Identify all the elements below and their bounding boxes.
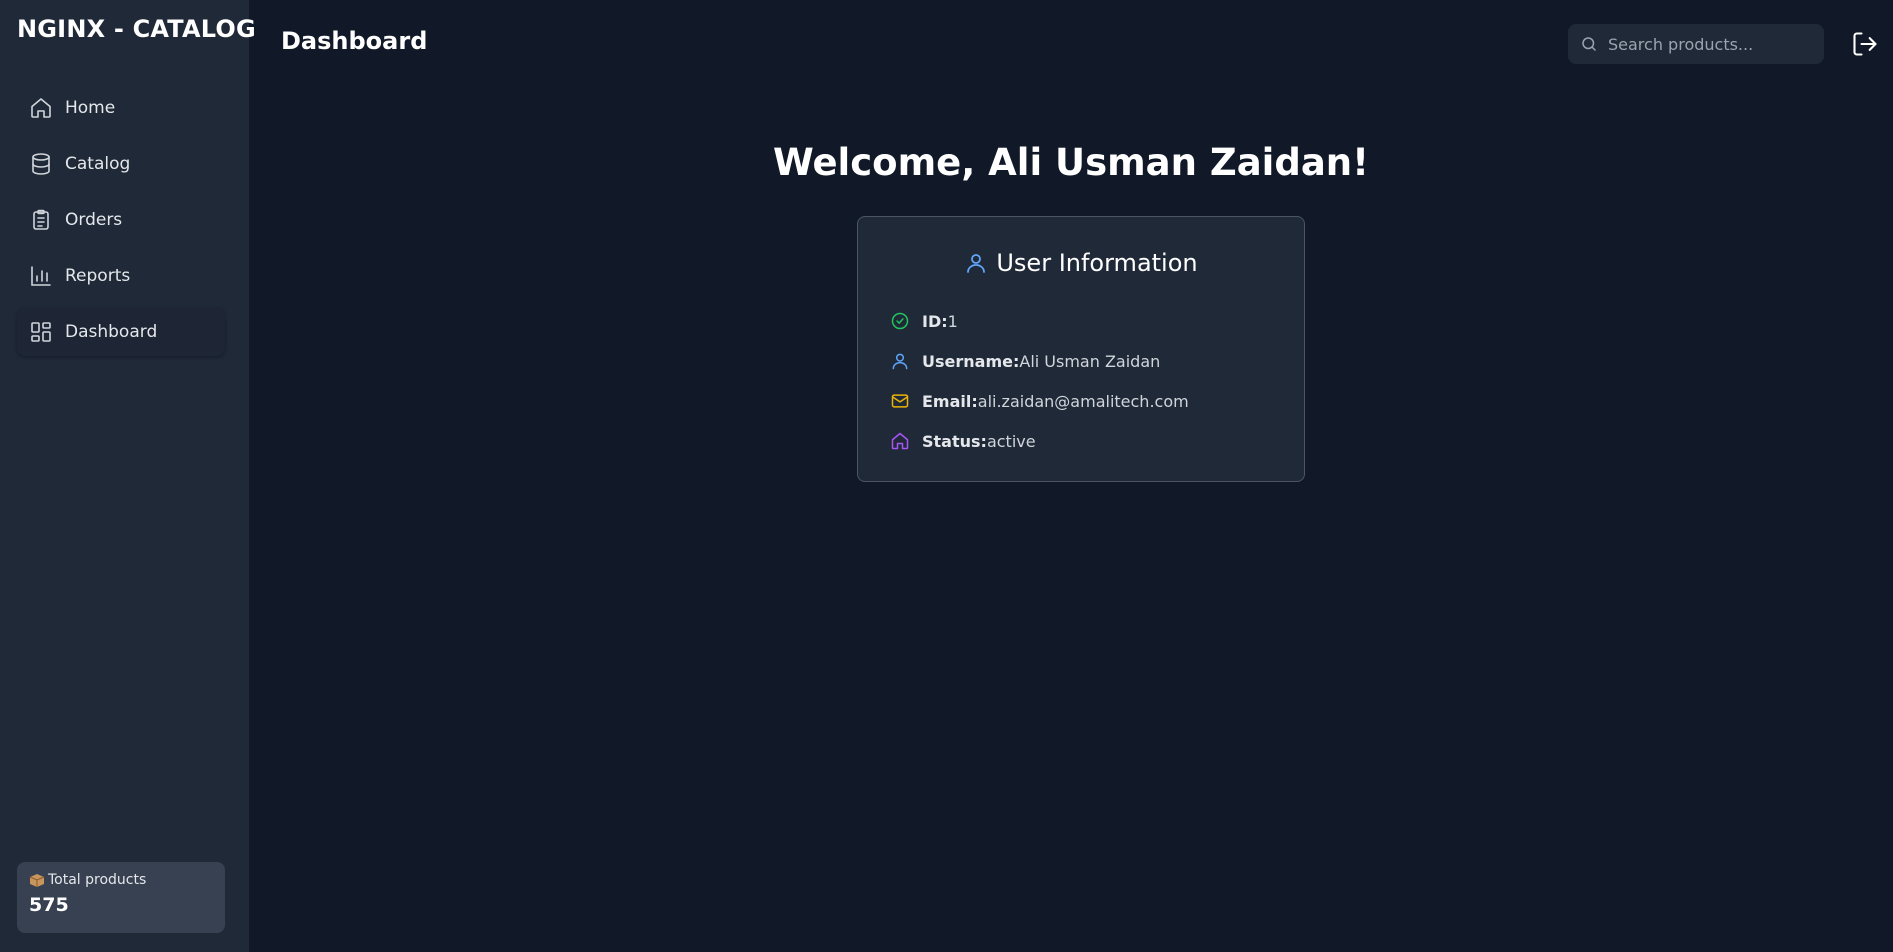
sidebar-item-reports[interactable]: Reports xyxy=(17,252,225,300)
sidebar-item-label: Orders xyxy=(65,210,123,230)
total-products-value: 575 xyxy=(29,894,69,916)
sidebar-item-home[interactable]: Home xyxy=(17,84,225,132)
user-info-card: User Information ID: 1 Username: Ali Usman… xyxy=(857,216,1305,482)
home-icon xyxy=(891,432,909,450)
brand-title: NGINX - CATALOG xyxy=(17,15,256,43)
check-circle-icon xyxy=(891,312,909,330)
info-key: Username: xyxy=(922,351,1020,371)
app-root: NGINX - CATALOG Home Catalog Orders Repo… xyxy=(0,0,1893,952)
search-box[interactable] xyxy=(1568,24,1824,64)
sidebar-item-catalog[interactable]: Catalog xyxy=(17,140,225,188)
sidebar-item-label: Reports xyxy=(65,266,131,286)
clipboard-icon xyxy=(29,208,53,232)
page-title: Dashboard xyxy=(281,27,428,55)
welcome-heading: Welcome, Ali Usman Zaidan! xyxy=(772,141,1370,184)
card-header: User Information xyxy=(890,249,1272,277)
main-content: Dashboard Welcome, Ali Usman Zaidan! Use… xyxy=(249,0,1893,952)
sidebar-item-dashboard[interactable]: Dashboard xyxy=(17,308,225,356)
bar-chart-icon xyxy=(29,264,53,288)
info-row-id: ID: 1 xyxy=(890,301,1272,341)
info-row-username: Username: Ali Usman Zaidan xyxy=(890,341,1272,381)
info-value: active xyxy=(986,431,1036,451)
sidebar: NGINX - CATALOG Home Catalog Orders Repo… xyxy=(0,0,256,952)
info-value: Ali Usman Zaidan xyxy=(1019,351,1161,371)
info-value: 1 xyxy=(947,311,958,331)
sidebar-item-label: Catalog xyxy=(65,154,131,174)
search-icon xyxy=(1582,37,1596,51)
home-icon xyxy=(29,96,53,120)
database-icon xyxy=(29,152,53,176)
total-products-label: Total products xyxy=(48,872,147,888)
package-icon xyxy=(29,874,45,887)
mail-icon xyxy=(891,394,909,408)
user-icon xyxy=(967,254,986,273)
sidebar-item-label: Home xyxy=(65,98,116,118)
info-value: ali.zaidan@amalitech.com xyxy=(977,391,1189,411)
logout-icon[interactable] xyxy=(1851,30,1879,58)
info-row-status: Status: active xyxy=(890,421,1272,461)
total-products-card: Total products 575 xyxy=(17,862,225,933)
sidebar-nav: Home Catalog Orders Reports Dashboard xyxy=(17,84,225,364)
info-key: Status: xyxy=(922,431,987,451)
sidebar-item-label: Dashboard xyxy=(65,322,158,342)
info-row-email: Email: ali.zaidan@amalitech.com xyxy=(890,381,1272,421)
info-key: ID: xyxy=(922,311,948,331)
info-key: Email: xyxy=(922,391,978,411)
user-icon xyxy=(892,353,908,370)
search-input[interactable] xyxy=(1608,34,1808,54)
card-title: User Information xyxy=(996,249,1198,277)
layout-dashboard-icon xyxy=(29,320,53,344)
sidebar-item-orders[interactable]: Orders xyxy=(17,196,225,244)
